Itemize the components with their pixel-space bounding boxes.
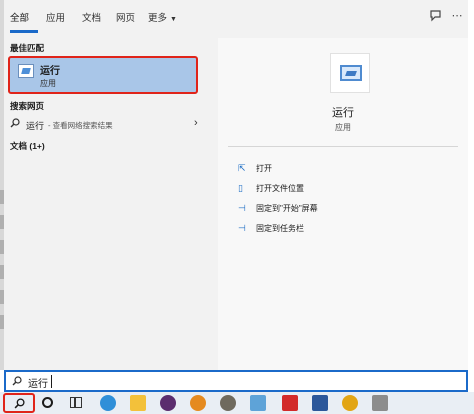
tab-all[interactable]: 全部 [10, 10, 29, 24]
file-explorer-icon[interactable] [130, 395, 146, 411]
tab-web[interactable]: 网页 [116, 10, 135, 24]
mail-icon[interactable] [250, 395, 266, 411]
word-icon[interactable] [312, 395, 328, 411]
edge-icon[interactable] [100, 395, 116, 411]
text-caret [51, 375, 52, 388]
run-app-icon [18, 64, 34, 78]
search-icon [12, 376, 22, 386]
best-match-type: 应用 [40, 79, 56, 88]
detail-pane: 运行 应用 ⇱ 打开 ▯ 打开文件位置 ⊣ 固定到"开始"屏幕 ⊣ 固定到任务栏 [218, 38, 468, 370]
pin-icon: ⊣ [238, 203, 246, 213]
open-icon: ⇱ [238, 163, 246, 173]
documents-heading[interactable]: 文档 (1+) [10, 140, 45, 152]
tab-documents[interactable]: 文档 [82, 10, 101, 24]
file-location-icon: ▯ [238, 183, 243, 193]
web-search-result[interactable]: 运行 - 查看网络搜索结果 › [4, 116, 214, 134]
app-icon[interactable] [282, 395, 298, 411]
chevron-right-icon[interactable]: › [194, 117, 198, 129]
task-view-icon[interactable] [70, 397, 82, 408]
more-options-icon[interactable]: ⋯ [450, 9, 464, 23]
active-tab-indicator [10, 30, 38, 33]
run-app-large-icon [330, 53, 370, 93]
cortana-icon[interactable] [42, 397, 53, 408]
web-search-query: 运行 [26, 121, 45, 131]
tab-more[interactable]: 更多 ▼ [148, 10, 177, 24]
pin-icon: ⊣ [238, 223, 246, 233]
detail-app-type: 应用 [335, 123, 351, 132]
taskbar-search-button[interactable] [3, 393, 35, 413]
best-match-name: 运行 [40, 66, 60, 77]
web-search-heading: 搜索网页 [10, 101, 45, 111]
best-match-item[interactable]: 运行 应用 [8, 56, 198, 94]
detail-app-name: 运行 [332, 107, 354, 119]
chrome-icon[interactable] [342, 395, 358, 411]
app-icon[interactable] [220, 395, 236, 411]
app-icon[interactable] [372, 395, 388, 411]
chevron-down-icon: ▼ [170, 16, 177, 23]
search-app-icon[interactable] [190, 395, 206, 411]
start-search-panel: 全部 应用 文档 网页 更多 ▼ ⋯ 最佳匹配 运行 应用 搜索网页 运行 - 查… [4, 0, 468, 370]
divider [228, 146, 458, 147]
web-search-suffix: - 查看网络搜索结果 [48, 121, 113, 130]
search-icon [14, 398, 25, 409]
best-match-heading: 最佳匹配 [10, 43, 45, 53]
search-icon [10, 118, 20, 128]
tab-apps[interactable]: 应用 [46, 10, 65, 24]
filter-tabs: 全部 应用 文档 网页 更多 ▼ ⋯ [4, 0, 468, 38]
search-input[interactable]: 运行 [28, 375, 48, 390]
app-icon[interactable] [160, 395, 176, 411]
feedback-icon[interactable] [428, 9, 442, 23]
taskbar [0, 392, 474, 414]
results-list: 最佳匹配 运行 应用 搜索网页 运行 - 查看网络搜索结果 › 文档 (1+) [4, 38, 214, 370]
search-box[interactable]: 运行 [4, 370, 468, 392]
